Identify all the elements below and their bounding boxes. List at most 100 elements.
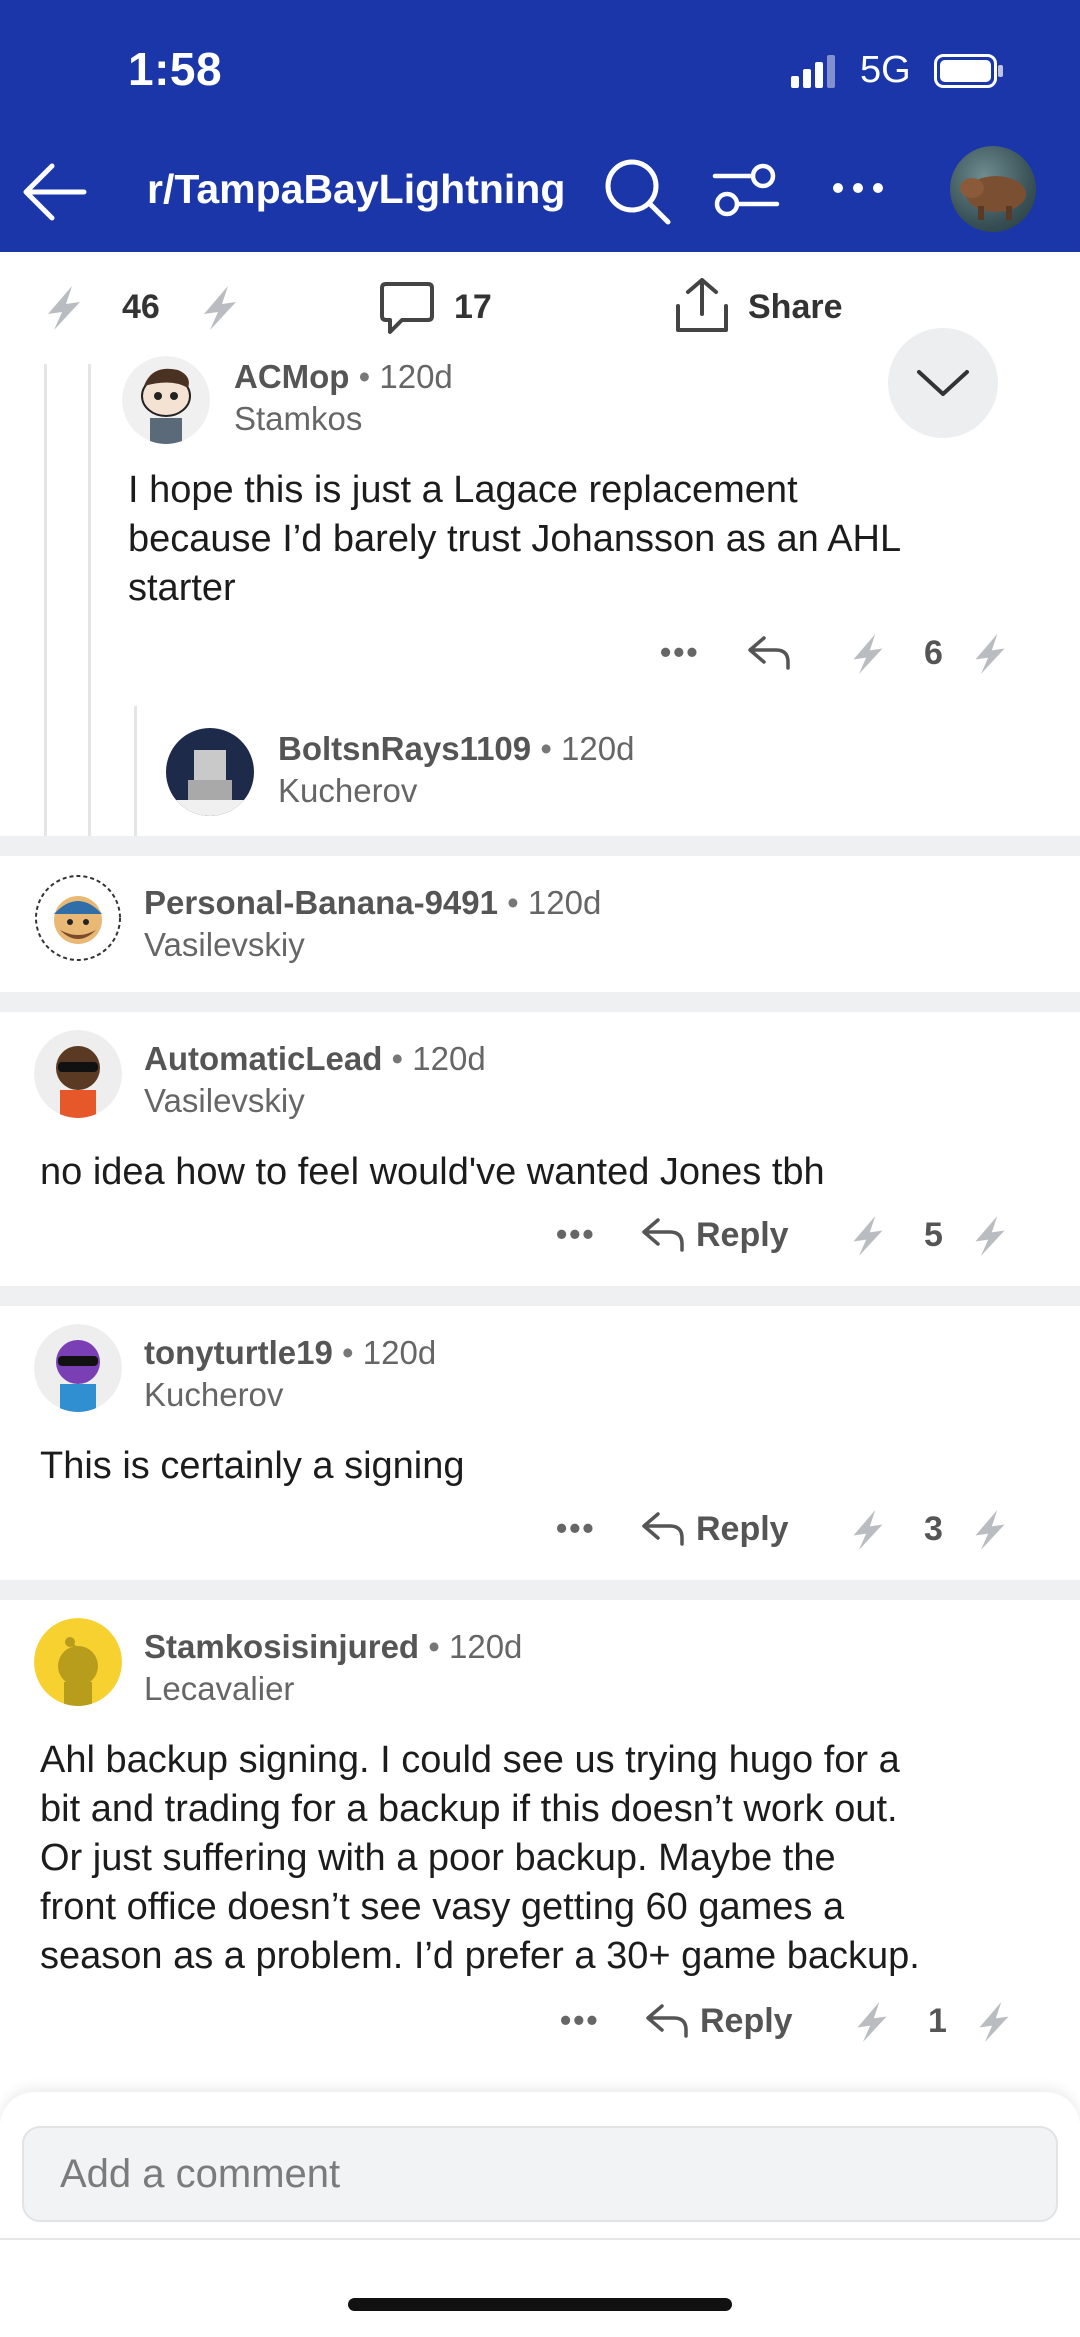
comment-vote-count: 1 <box>928 2002 947 2040</box>
subreddit-title[interactable]: r/TampaBayLightning <box>147 166 565 213</box>
comment-vote-count: 3 <box>924 1510 943 1548</box>
comment-age: 120d <box>561 730 635 767</box>
collapse-thread-button[interactable] <box>888 328 998 438</box>
search-icon[interactable] <box>602 156 672 226</box>
user-avatar[interactable] <box>950 146 1036 232</box>
downvote-bolt-icon[interactable] <box>970 1508 1010 1552</box>
avatar[interactable] <box>166 728 254 816</box>
comment-actions: ••• Reply 5 <box>556 1214 1056 1274</box>
avatar[interactable] <box>122 356 210 444</box>
separator-dot: • <box>428 1628 440 1665</box>
separator-dot: • <box>342 1334 354 1371</box>
comment-body: Ahl backup signing. I could see us tryin… <box>40 1736 1060 1981</box>
thread-line <box>134 706 137 836</box>
capybara-avatar-icon <box>960 176 1026 220</box>
more-options-icon[interactable] <box>828 168 888 208</box>
more-options-icon[interactable]: ••• <box>556 1216 596 1253</box>
add-comment-input[interactable]: Add a comment <box>22 2126 1058 2222</box>
username[interactable]: Stamkosisinjured <box>144 1628 419 1665</box>
back-arrow-icon[interactable] <box>18 160 90 224</box>
comment-author[interactable]: BoltsnRays1109 • 120d <box>278 730 634 768</box>
reply-button[interactable]: Reply <box>696 1216 789 1255</box>
comment-line: Or just suffering with a poor backup. Ma… <box>40 1837 836 1879</box>
status-time: 1:58 <box>128 43 223 95</box>
snoo-avatar-icon <box>35 875 121 961</box>
reply-arrow-icon[interactable] <box>644 2000 690 2040</box>
snoo-avatar-icon <box>34 1324 122 1412</box>
comment-actions: ••• 6 <box>660 632 1060 692</box>
app-header: 1:58 5G r/TampaBayLightning <box>0 0 1080 252</box>
username[interactable]: BoltsnRays1109 <box>278 730 531 767</box>
comment-line: starter <box>128 567 236 609</box>
username[interactable]: ACMop <box>234 358 349 395</box>
reply-button[interactable]: Reply <box>696 1510 789 1549</box>
more-options-icon[interactable]: ••• <box>660 634 700 671</box>
share-icon[interactable] <box>674 276 730 334</box>
filter-icon[interactable] <box>711 160 781 220</box>
share-button[interactable]: Share <box>748 288 843 327</box>
comment-line: front office doesn’t see vasy getting 60… <box>40 1886 845 1928</box>
comment-age: 120d <box>527 884 602 921</box>
post-vote-count: 46 <box>122 288 160 326</box>
username[interactable]: tonyturtle19 <box>144 1334 333 1371</box>
more-options-icon[interactable]: ••• <box>560 2002 600 2039</box>
downvote-bolt-icon[interactable] <box>970 1214 1010 1258</box>
username[interactable]: Personal-Banana-9491 <box>144 884 498 921</box>
user-flair: Kucherov <box>278 772 418 809</box>
upvote-bolt-icon[interactable] <box>852 2000 892 2044</box>
comment-line: Ahl backup signing. I could see us tryin… <box>40 1739 900 1781</box>
thread-line <box>88 364 91 836</box>
home-indicator[interactable] <box>348 2298 732 2311</box>
battery-icon <box>934 54 1003 88</box>
thread-line <box>44 364 47 836</box>
reply-button[interactable]: Reply <box>700 2002 793 2041</box>
comment-author[interactable]: ACMop • 120d <box>234 358 453 396</box>
username[interactable]: AutomaticLead <box>144 1040 382 1077</box>
comment-line: no idea how to feel would've wanted Jone… <box>40 1151 825 1193</box>
comment-actions: ••• Reply 3 <box>556 1508 1056 1568</box>
upvote-bolt-icon[interactable] <box>848 1508 888 1552</box>
reply-arrow-icon[interactable] <box>640 1214 686 1254</box>
signal-icon <box>791 55 835 88</box>
divider <box>0 2238 1080 2240</box>
user-flair: Kucherov <box>144 1376 284 1413</box>
comment-author[interactable]: Personal-Banana-9491 • 120d <box>144 884 601 922</box>
comment-vote-count: 6 <box>924 634 943 672</box>
comment-age: 120d <box>362 1334 437 1371</box>
avatar[interactable] <box>34 1030 122 1118</box>
comment-separator <box>0 1580 1080 1600</box>
snoo-avatar-icon <box>122 356 210 444</box>
avatar[interactable] <box>34 1324 122 1412</box>
upvote-bolt-icon[interactable] <box>42 284 86 332</box>
separator-dot: • <box>358 358 371 395</box>
comment-actions: ••• Reply 1 <box>560 2000 1060 2060</box>
downvote-bolt-icon[interactable] <box>970 632 1010 676</box>
downvote-bolt-icon[interactable] <box>198 284 242 332</box>
comment-line: because I’d barely trust Johansson as an… <box>128 518 902 560</box>
comment-author[interactable]: Stamkosisinjured • 120d <box>144 1628 522 1666</box>
upvote-bolt-icon[interactable] <box>848 1214 888 1258</box>
comment-author[interactable]: tonyturtle19 • 120d <box>144 1334 436 1372</box>
comment-body: This is certainly a signing <box>40 1442 1040 1491</box>
comment-vote-count: 5 <box>924 1216 943 1254</box>
comment-line: season as a problem. I’d prefer a 30+ ga… <box>40 1935 920 1977</box>
post-comment-count: 17 <box>454 288 492 326</box>
comment-line: bit and trading for a backup if this doe… <box>40 1788 898 1830</box>
trophy-photo-icon <box>166 728 254 816</box>
comment-line: This is certainly a signing <box>40 1445 465 1487</box>
comment-bubble-icon[interactable] <box>378 280 436 336</box>
user-flair: Vasilevskiy <box>144 1082 305 1119</box>
downvote-bolt-icon[interactable] <box>974 2000 1014 2044</box>
avatar[interactable] <box>34 1618 122 1706</box>
more-options-icon[interactable]: ••• <box>556 1510 596 1547</box>
reply-arrow-icon[interactable] <box>640 1508 686 1548</box>
comment-composer: Add a comment <box>0 2092 1080 2337</box>
reply-arrow-icon[interactable] <box>746 632 792 672</box>
network-label: 5G <box>860 49 911 91</box>
comment-age: 120d <box>379 358 453 395</box>
snoo-avatar-icon <box>34 1030 122 1118</box>
avatar[interactable] <box>34 874 122 962</box>
chevron-down-icon <box>917 370 969 396</box>
upvote-bolt-icon[interactable] <box>848 632 888 676</box>
comment-author[interactable]: AutomaticLead • 120d <box>144 1040 486 1078</box>
